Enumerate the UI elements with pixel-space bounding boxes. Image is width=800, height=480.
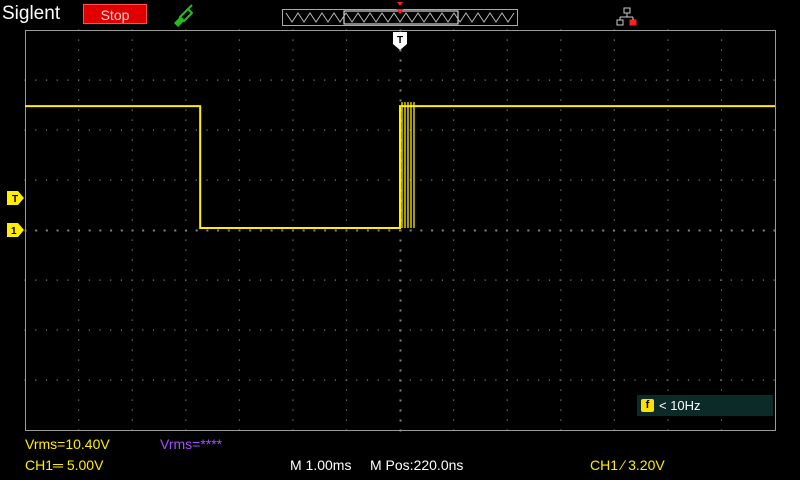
frequency-value: < 10Hz bbox=[659, 398, 701, 413]
trigger-setting[interactable]: CH1 ∕ 3.20V bbox=[590, 457, 665, 473]
trigger-level-marker[interactable]: T bbox=[7, 191, 25, 205]
graticule bbox=[24, 29, 776, 432]
horizontal-position[interactable]: M Pos:220.0ns bbox=[370, 457, 463, 473]
frequency-icon: f bbox=[641, 399, 654, 412]
svg-text:T: T bbox=[12, 194, 18, 205]
timebase[interactable]: M 1.00ms bbox=[290, 457, 351, 473]
ch1-trace bbox=[25, 102, 775, 229]
ch1-scale[interactable]: CH1═ 5.00V bbox=[25, 457, 103, 473]
measurement-vrms-ch2: Vrms=**** bbox=[160, 436, 223, 452]
ch1-ground-marker[interactable]: 1 bbox=[7, 223, 25, 237]
svg-text:1: 1 bbox=[11, 226, 17, 237]
frequency-counter: f < 10Hz bbox=[637, 395, 773, 416]
trigger-position-marker: T bbox=[393, 2, 407, 50]
ch1-trace-line bbox=[25, 105, 775, 229]
svg-text:T: T bbox=[397, 35, 403, 46]
measurement-vrms-ch1: Vrms=10.40V bbox=[25, 436, 110, 452]
